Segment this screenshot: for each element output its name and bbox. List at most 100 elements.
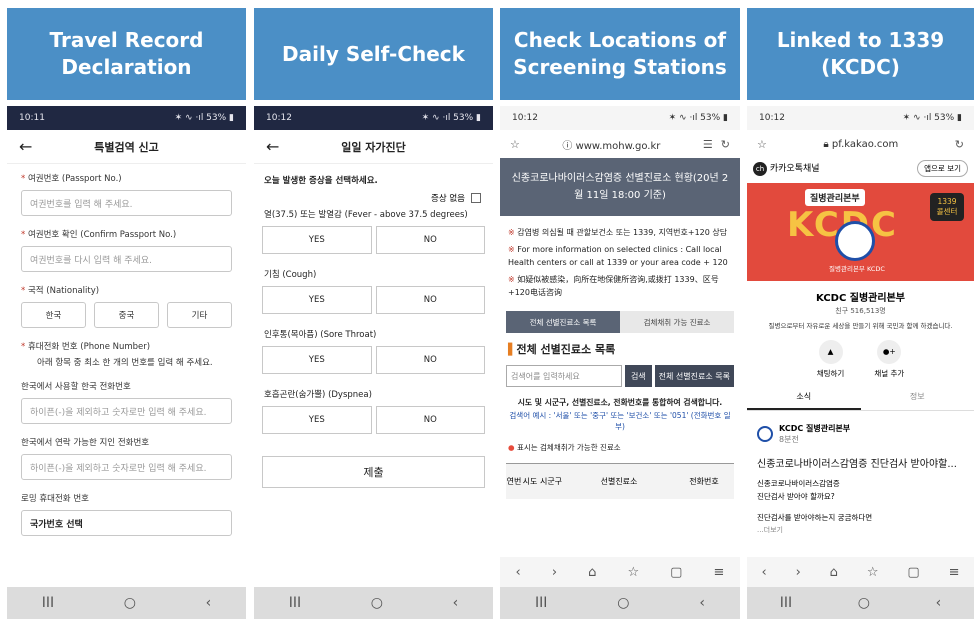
tab-all-clinics[interactable]: 전체 선별진료소 목록 bbox=[506, 311, 620, 333]
status-bar: 10:12 ✶ ∿ ·ıl 53% ▮ bbox=[747, 106, 974, 130]
bookmark-icon[interactable]: ☆ bbox=[867, 565, 879, 580]
dyspnea-yes-button[interactable]: YES bbox=[262, 406, 372, 434]
home-icon[interactable]: ○ bbox=[858, 595, 870, 611]
panel-travel-record: Travel Record Declaration 10:11 ✶ ∿ ·ıl 5… bbox=[7, 8, 246, 619]
reader-icon[interactable]: ☰ bbox=[703, 138, 713, 151]
banner-title: 질병관리본부 bbox=[805, 189, 865, 206]
panel-kcdc: Linked to 1339 (KCDC) 10:12 ✶ ∿ ·ıl 53% ▮… bbox=[747, 8, 974, 619]
kakao-channel-label: ch 카카오톡채널 bbox=[753, 161, 820, 176]
fever-yes-button[interactable]: YES bbox=[262, 226, 372, 254]
home-icon[interactable]: ○ bbox=[617, 595, 629, 611]
panel-screening-stations: Check Locations of Screening Stations 10… bbox=[500, 8, 740, 619]
contact-phone-label: 한국에서 연락 가능한 지인 전화번호 bbox=[21, 438, 150, 448]
recents-icon[interactable]: III bbox=[289, 595, 301, 611]
browser-toolbar: ‹ › ⌂ ☆ ▢ ≡ bbox=[500, 557, 740, 587]
no-symptom-checkbox[interactable] bbox=[471, 193, 481, 203]
home-icon[interactable]: ○ bbox=[371, 595, 383, 611]
chat-button[interactable]: ▲ 채팅하기 bbox=[817, 340, 844, 379]
submit-button[interactable]: 제출 bbox=[262, 456, 485, 488]
back-icon[interactable]: ‹ bbox=[206, 595, 212, 611]
recents-icon[interactable]: III bbox=[535, 595, 547, 611]
cough-no-button[interactable]: NO bbox=[375, 286, 485, 314]
add-channel-button[interactable]: ●+ 채널 추가 bbox=[874, 340, 904, 379]
no-symptom-row[interactable]: 증상 없음 bbox=[254, 186, 493, 204]
korea-phone-input[interactable]: 하이픈(-)을 제외하고 숫자로만 입력 해 주세요. bbox=[21, 398, 232, 424]
fever-no-button[interactable]: NO bbox=[375, 226, 485, 254]
recents-icon[interactable]: III bbox=[780, 595, 792, 611]
contact-phone-input[interactable]: 하이픈(-)을 제외하고 숫자로만 입력 해 주세요. bbox=[21, 454, 232, 480]
throat-yes-button[interactable]: YES bbox=[262, 346, 372, 374]
tab-news[interactable]: 소식 bbox=[747, 391, 861, 410]
home-icon[interactable]: ○ bbox=[124, 595, 136, 611]
nationality-label: * 국적 (Nationality) bbox=[21, 286, 100, 296]
info-icon: ⓘ bbox=[562, 140, 576, 152]
tabs-icon[interactable]: ▢ bbox=[907, 565, 919, 580]
star-icon[interactable]: ☆ bbox=[510, 138, 520, 151]
channel-name: KCDC 질병관리본부 bbox=[816, 293, 905, 304]
back-icon[interactable]: ‹ bbox=[699, 595, 705, 611]
clinic-search-input[interactable]: 검색어를 입력하세요 bbox=[506, 365, 622, 387]
prev-icon[interactable]: ‹ bbox=[761, 565, 766, 580]
android-nav-bar: III ○ ‹ bbox=[7, 587, 246, 619]
menu-icon[interactable]: ≡ bbox=[949, 565, 960, 580]
browser-url-bar[interactable]: ☆ 🔒︎ pf.kakao.com ↻ bbox=[747, 130, 974, 158]
app-bar: ← 일일 자가진단 bbox=[254, 130, 493, 164]
korea-phone-label: 한국에서 사용할 한국 전화번호 bbox=[21, 382, 131, 392]
home-icon[interactable]: ⌂ bbox=[830, 565, 838, 580]
post-time: 8분전 bbox=[779, 435, 799, 444]
more-link[interactable]: ...더보기 bbox=[757, 525, 964, 535]
logo-caption: 질병관리본부 KCDC bbox=[829, 265, 885, 273]
back-arrow-icon[interactable]: ← bbox=[266, 137, 296, 156]
status-bar: 10:12 ✶ ∿ ·ıl 53% ▮ bbox=[254, 106, 493, 130]
page-banner: 신종코로나바이러스감염증 선별진료소 현황(20년 2월 11일 18:00 기… bbox=[500, 158, 740, 216]
next-icon[interactable]: › bbox=[796, 565, 801, 580]
refresh-icon[interactable]: ↻ bbox=[955, 138, 964, 151]
question-dyspnea: 호흡곤란(숨가뿔) (Dyspnea) bbox=[264, 390, 372, 400]
url-text: pf.kakao.com bbox=[831, 138, 899, 150]
phone-note: 아래 항목 중 최소 한 개의 번호를 입력 해 주세요. bbox=[37, 358, 213, 368]
search-button[interactable]: 검색 bbox=[624, 365, 652, 387]
throat-no-button[interactable]: NO bbox=[375, 346, 485, 374]
url-text: www.mohw.go.kr bbox=[575, 140, 661, 152]
tab-sample-clinics[interactable]: 검체채취 가능 진료소 bbox=[620, 311, 734, 333]
prev-icon[interactable]: ‹ bbox=[516, 565, 521, 580]
tabs-icon[interactable]: ▢ bbox=[670, 565, 682, 580]
star-icon[interactable]: ☆ bbox=[757, 138, 767, 151]
phone-label: * 휴대전화 번호 (Phone Number) bbox=[21, 342, 151, 352]
app-bar: ← 특별검역 신고 bbox=[7, 130, 246, 164]
nationality-china-button[interactable]: 중국 bbox=[94, 302, 159, 328]
back-icon[interactable]: ‹ bbox=[936, 595, 942, 611]
cough-yes-button[interactable]: YES bbox=[262, 286, 372, 314]
browser-url-bar[interactable]: ☆ ⓘ www.mohw.go.kr ☰ ↻ bbox=[500, 130, 740, 158]
search-info: 시도 및 시군구, 선별진료소, 전화번호를 통합하여 검색합니다. bbox=[517, 398, 723, 407]
confirm-passport-input[interactable]: 여권번호를 다시 입력 해 주세요. bbox=[21, 246, 232, 272]
next-icon[interactable]: › bbox=[552, 565, 557, 580]
bookmark-icon[interactable]: ☆ bbox=[627, 565, 639, 580]
menu-icon[interactable]: ≡ bbox=[714, 565, 725, 580]
open-app-button[interactable]: 앱으로 보기 bbox=[917, 160, 968, 177]
nationality-other-button[interactable]: 기타 bbox=[167, 302, 232, 328]
panel-header: Check Locations of Screening Stations bbox=[500, 8, 740, 100]
status-bar: 10:11 ✶ ∿ ·ıl 53% ▮ bbox=[7, 106, 246, 130]
question-sore-throat: 인후통(목아픔) (Sore Throat) bbox=[264, 330, 377, 340]
channel-banner: 질병관리본부 KCDC 1339 콜센터 질병관리본부 KCDC bbox=[747, 183, 974, 281]
home-icon[interactable]: ⌂ bbox=[588, 565, 596, 580]
android-nav-bar: III ○ ‹ bbox=[747, 587, 974, 619]
android-nav-bar: III ○ ‹ bbox=[500, 587, 740, 619]
channel-description: 질병으로부터 자유로운 세상을 만들기 위해 국민과 함께 하겠습니다. bbox=[768, 322, 953, 330]
recents-icon[interactable]: III bbox=[42, 595, 54, 611]
dyspnea-no-button[interactable]: NO bbox=[375, 406, 485, 434]
country-code-select[interactable]: 국가번호 선택 bbox=[21, 510, 232, 536]
refresh-icon[interactable]: ↻ bbox=[721, 138, 730, 151]
post-line-2: 진단검사 받아야 할까요? bbox=[757, 492, 835, 501]
all-list-button[interactable]: 전체 선별진료소 목록 bbox=[654, 365, 734, 387]
post-card[interactable]: KCDC 질병관리본부 8분전 신종코로나바이러스감염증 진단검사 받아야할...… bbox=[747, 411, 974, 535]
legend-note: ● 표시는 검체채취가 가능한 진료소 bbox=[508, 443, 621, 452]
tab-info[interactable]: 정보 bbox=[861, 391, 975, 410]
lock-icon: 🔒︎ bbox=[823, 138, 832, 150]
back-icon[interactable]: ‹ bbox=[453, 595, 459, 611]
back-arrow-icon[interactable]: ← bbox=[19, 137, 49, 156]
nationality-korea-button[interactable]: 한국 bbox=[21, 302, 86, 328]
passport-input[interactable]: 여권번호를 입력 해 주세요. bbox=[21, 190, 232, 216]
panel-self-check: Daily Self-Check 10:12 ✶ ∿ ·ıl 53% ▮ ← 일일 … bbox=[254, 8, 493, 619]
